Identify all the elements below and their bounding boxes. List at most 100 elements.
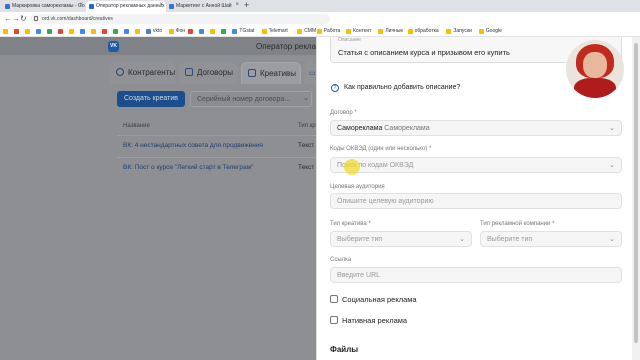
scrollbar-thumb[interactable]	[634, 43, 638, 343]
question-icon: ?	[331, 84, 339, 92]
okved-search-field[interactable]: Поиск по кодам ОКВЭД ⌄	[330, 157, 622, 173]
image-icon	[248, 69, 256, 77]
link-input[interactable]: Введите URL	[330, 267, 622, 283]
tab-favicon-icon	[169, 4, 174, 9]
table-row[interactable]: ВК: 4 нестандартных совета для продвижен…	[117, 135, 327, 157]
tab-label: Договоры	[197, 68, 233, 77]
chevron-down-icon: ⌄	[609, 125, 615, 132]
close-icon[interactable]: ×	[235, 2, 239, 8]
lock-icon	[34, 16, 38, 21]
bookmark-label: Telemart	[268, 28, 288, 34]
description-help-link[interactable]: Как правильно добавить описание?	[344, 84, 460, 91]
close-icon[interactable]: ×	[79, 2, 83, 8]
forward-icon[interactable]: →	[12, 14, 20, 23]
chevron-down-icon: ⌄	[609, 236, 615, 243]
browser-tab[interactable]: Маркетинг с Анной Шай ×	[166, 1, 242, 12]
social-ad-label[interactable]: Социальная реклама	[342, 295, 417, 304]
bookmark-item[interactable]: Запуски	[446, 28, 472, 34]
campaign-type-select[interactable]: Выберите тип ⌄	[480, 231, 622, 247]
creative-type: Текст	[298, 142, 315, 149]
contract-subvalue: Самореклама	[384, 125, 430, 132]
browser-tab[interactable]: Маркировка саморекламы - Go ×	[2, 1, 86, 12]
bookmark-icon	[378, 29, 384, 34]
tab-creatives[interactable]: Креативы	[241, 62, 301, 84]
tab-contracts[interactable]: Договоры	[179, 62, 237, 84]
bookmark-icon	[261, 29, 267, 34]
table-row[interactable]: ВК: Пост о курсе "Легкий старт в Телегра…	[117, 157, 327, 179]
bookmark-icon	[168, 29, 174, 34]
link-label: Ссылка	[330, 257, 352, 263]
creative-type-select[interactable]: Выберите тип ⌄	[330, 231, 472, 247]
bookmark-icon	[407, 29, 413, 34]
bookmark-icon	[58, 29, 63, 34]
panel-scrollbar[interactable]	[632, 37, 640, 360]
people-icon	[116, 68, 124, 76]
bookmark-icon	[221, 29, 227, 34]
creative-type-label: Тип креатива *	[330, 221, 371, 227]
chat-icon: ▭	[309, 70, 316, 77]
column-name-header: Название	[123, 123, 150, 129]
bookmark-icon	[446, 29, 452, 34]
reload-icon[interactable]: ↻	[20, 14, 27, 23]
tab-title: Оператор рекламных данных	[96, 3, 165, 9]
bookmark-icon	[199, 29, 205, 34]
browser-tab-bar: Маркировка саморекламы - Go × Оператор р…	[0, 0, 640, 12]
bookmark-icon	[113, 29, 118, 34]
campaign-type-label: Тип рекламной компании *	[480, 221, 555, 227]
back-icon[interactable]: ←	[4, 14, 12, 23]
search-placeholder: Серийный номер договора...	[197, 96, 291, 103]
browser-tab-active[interactable]: Оператор рекламных данных ×	[86, 1, 166, 12]
bookmark-icon	[478, 29, 484, 34]
tab-title: Маркировка саморекламы - Go	[12, 3, 85, 9]
bookmark-icon	[102, 29, 107, 34]
bookmark-item[interactable]: Фон	[168, 28, 186, 34]
bookmark-icon	[232, 29, 238, 34]
chevron-down-icon[interactable]: ⌄	[303, 94, 309, 102]
bookmark-icon	[297, 29, 303, 34]
bookmark-icon	[188, 29, 194, 34]
url-text: ord.vk.com/dashboard/creatives	[42, 16, 113, 22]
bookmark-item[interactable]: Google	[478, 28, 502, 34]
bookmark-item[interactable]: Работа	[316, 28, 340, 34]
bookmark-item[interactable]: TGstat	[232, 28, 254, 34]
bookmark-item[interactable]: Личные	[378, 28, 403, 34]
bookmark-icon	[80, 29, 85, 34]
creative-name-link[interactable]: ВК: 4 нестандартных совета для продвижен…	[123, 142, 263, 149]
bookmark-icon	[47, 29, 52, 34]
bookmark-label: Запуски	[453, 28, 472, 34]
tab-label: Креативы	[260, 69, 296, 78]
bookmark-item[interactable]: CMM	[297, 28, 316, 34]
native-ad-label[interactable]: Нативная реклама	[342, 316, 407, 325]
chevron-down-icon: ⌄	[609, 162, 615, 169]
okved-label: Коды ОКВЭД (один или несколько) *	[330, 146, 432, 152]
social-ad-checkbox[interactable]	[330, 295, 338, 303]
table-header: Название Тип креа	[117, 121, 327, 135]
bookmark-item[interactable]: vkto	[146, 28, 162, 34]
bookmark-item[interactable]: Контент	[346, 28, 372, 34]
bookmark-label: Фон	[175, 28, 186, 34]
bookmark-icon	[14, 29, 19, 34]
contract-search-input[interactable]: Серийный номер договора...	[190, 91, 312, 107]
new-tab-icon[interactable]: +	[244, 0, 249, 10]
bookmark-label: CMM	[304, 28, 317, 34]
audience-input[interactable]: Опишите целевую аудиторию	[330, 193, 622, 209]
bookmark-item[interactable]: Telemart	[261, 28, 288, 34]
document-icon	[185, 68, 193, 76]
native-ad-checkbox[interactable]	[330, 316, 338, 324]
tab-favicon-icon	[89, 4, 94, 9]
contract-select[interactable]: Самореклама Самореклама ⌄	[330, 120, 622, 136]
description-value: Статья с описанием курса и призывом его …	[338, 48, 510, 57]
bookmark-item[interactable]: обработка	[407, 28, 439, 34]
bookmark-icon	[210, 29, 216, 34]
close-icon[interactable]: ×	[159, 2, 163, 8]
tab-title: Маркетинг с Анной Шай	[176, 3, 232, 9]
bookmark-icon	[124, 29, 129, 34]
url-field[interactable]: ord.vk.com/dashboard/creatives	[30, 14, 330, 24]
bookmark-label: Google	[485, 28, 502, 34]
create-creative-button[interactable]: Создать креатив	[117, 91, 185, 107]
creative-name-link[interactable]: ВК: Пост о курсе "Легкий старт в Телегра…	[123, 164, 253, 171]
creative-type: Текст	[298, 164, 315, 171]
tab-counterparties[interactable]: Контрагенты	[110, 62, 175, 84]
bookmark-icon	[36, 29, 41, 34]
link-placeholder: Введите URL	[337, 272, 381, 279]
